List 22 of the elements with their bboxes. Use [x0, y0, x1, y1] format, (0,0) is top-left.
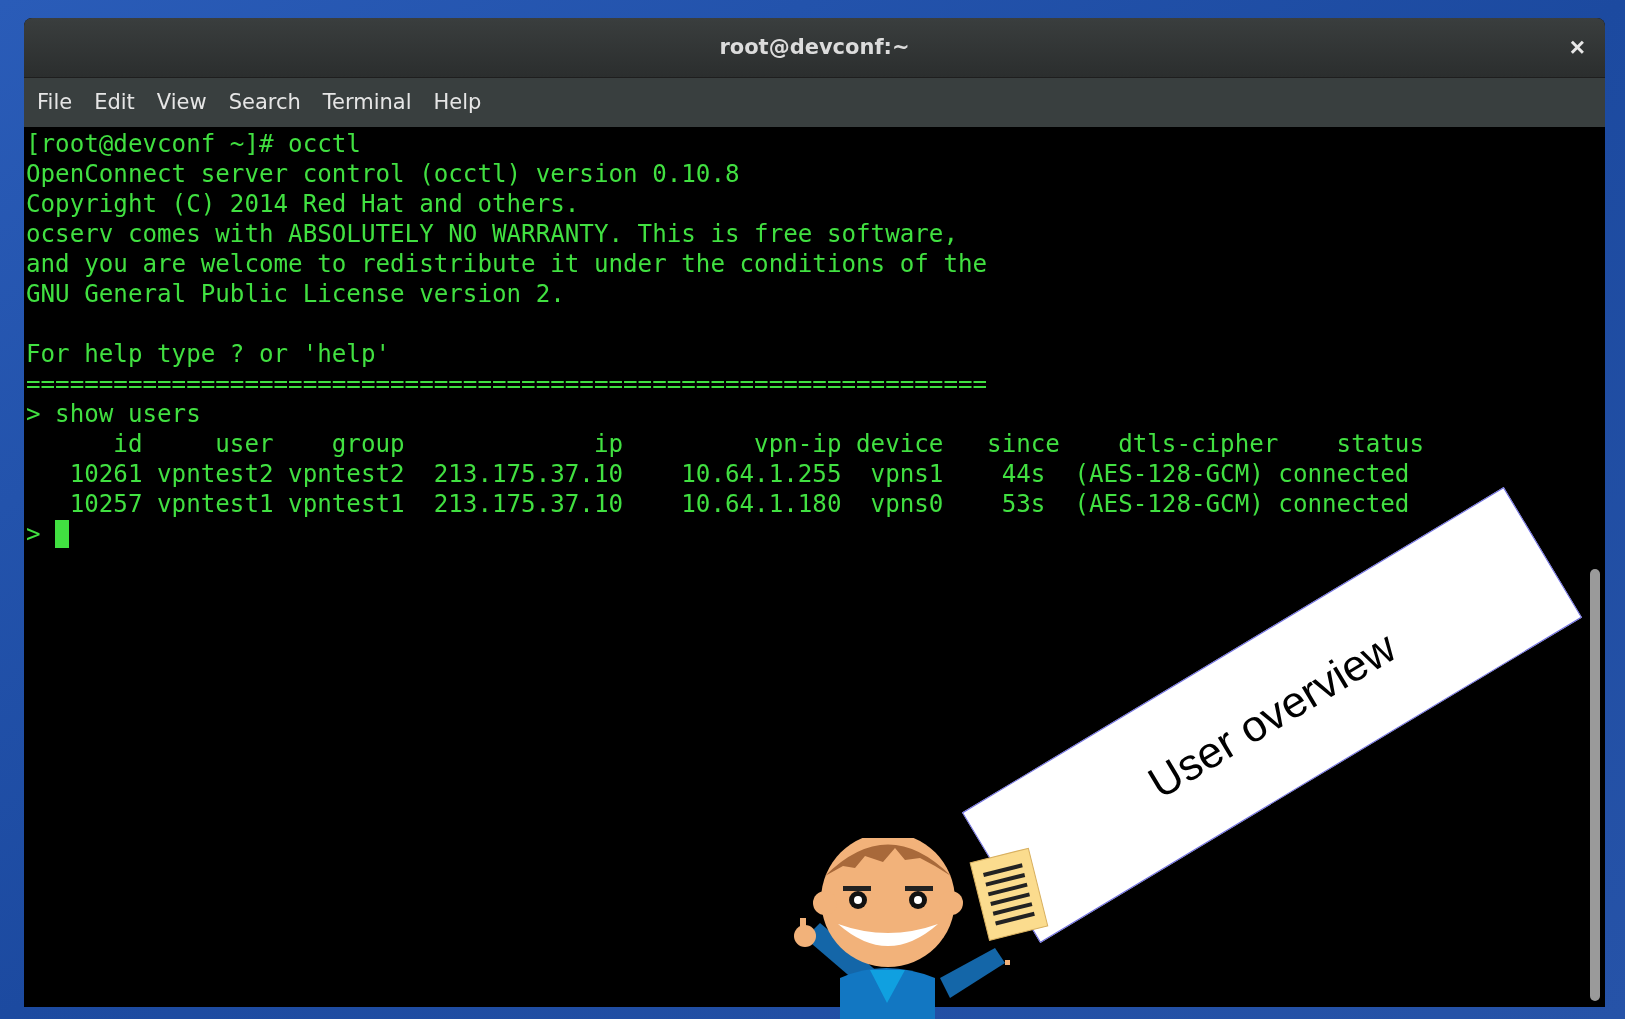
menu-item[interactable]: Edit	[93, 86, 136, 119]
terminal-line: and you are welcome to redistribute it under the conditions of the	[26, 249, 988, 279]
terminal-line: 10257 vpntest1 vpntest1 213.175.37.10 10.64.1.180 vpns0 53s (AES-128-GCM) connected	[68, 489, 1410, 519]
terminal-line: For help type ? or 'help'	[26, 339, 391, 369]
terminal-line: GNU General Public License version 2.	[26, 279, 565, 309]
terminal-line: [root@devconf ~]# occtl	[26, 129, 361, 159]
menu-item[interactable]: View	[155, 86, 208, 119]
menu-item[interactable]: Search	[227, 86, 302, 119]
window-title: root@devconf:~	[719, 33, 910, 61]
terminal-line: Copyright (C) 2014 Red Hat and others.	[26, 189, 580, 219]
terminal-line: 10261 vpntest2 vpntest2 213.175.37.10 10.64.1.255 vpns1 44s (AES-128-GCM) connected	[68, 459, 1410, 489]
terminal-line: ==================================================================	[26, 369, 988, 399]
terminal-line: OpenConnect server control (occtl) version 0.10.8	[26, 159, 740, 189]
terminal-line: id user group ip vpn-ip device since dtls-cipher status	[112, 429, 1424, 459]
close-button[interactable]: ×	[1569, 28, 1585, 67]
prompt-symbol: >	[26, 519, 41, 549]
terminal-line: ocserv comes with ABSOLUTELY NO WARRANTY. This is free software,	[26, 219, 958, 249]
scrollbar-thumb[interactable]	[1590, 569, 1600, 1001]
menu-item[interactable]: Terminal	[321, 86, 413, 119]
menu-item[interactable]: File	[36, 86, 74, 119]
menu-item[interactable]: Help	[432, 86, 483, 119]
terminal-line: > show users	[26, 399, 201, 429]
